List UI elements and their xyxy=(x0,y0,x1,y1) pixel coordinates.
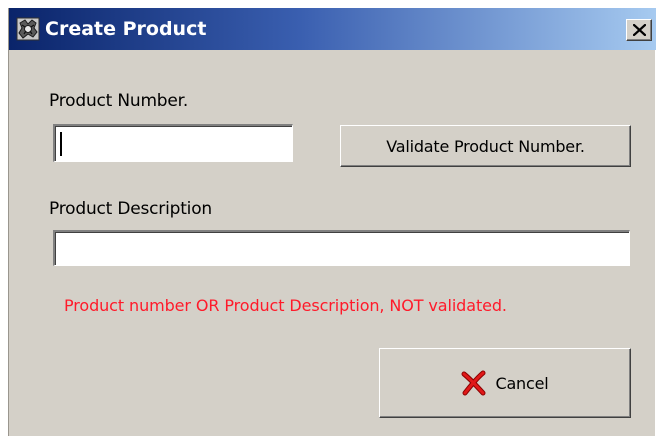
title-bar[interactable]: Create Product xyxy=(9,8,656,50)
product-number-field[interactable] xyxy=(53,124,293,162)
product-description-label: Product Description xyxy=(49,199,212,219)
create-product-dialog: Create Product Product Number. Validate … xyxy=(8,8,656,436)
text-caret xyxy=(60,132,62,156)
red-x-icon xyxy=(461,370,487,396)
product-number-label: Product Number. xyxy=(49,91,189,111)
app-icon xyxy=(16,17,40,41)
cancel-label: Cancel xyxy=(495,373,549,393)
close-button[interactable] xyxy=(626,19,652,41)
cancel-button-content: Cancel xyxy=(461,370,549,396)
cancel-button[interactable]: Cancel xyxy=(379,348,631,418)
product-description-field[interactable] xyxy=(53,230,630,266)
validate-product-number-button[interactable]: Validate Product Number. xyxy=(340,125,631,167)
close-icon xyxy=(633,24,646,36)
validation-error-message: Product number OR Product Description, N… xyxy=(64,296,507,315)
dialog-title: Create Product xyxy=(45,18,207,40)
